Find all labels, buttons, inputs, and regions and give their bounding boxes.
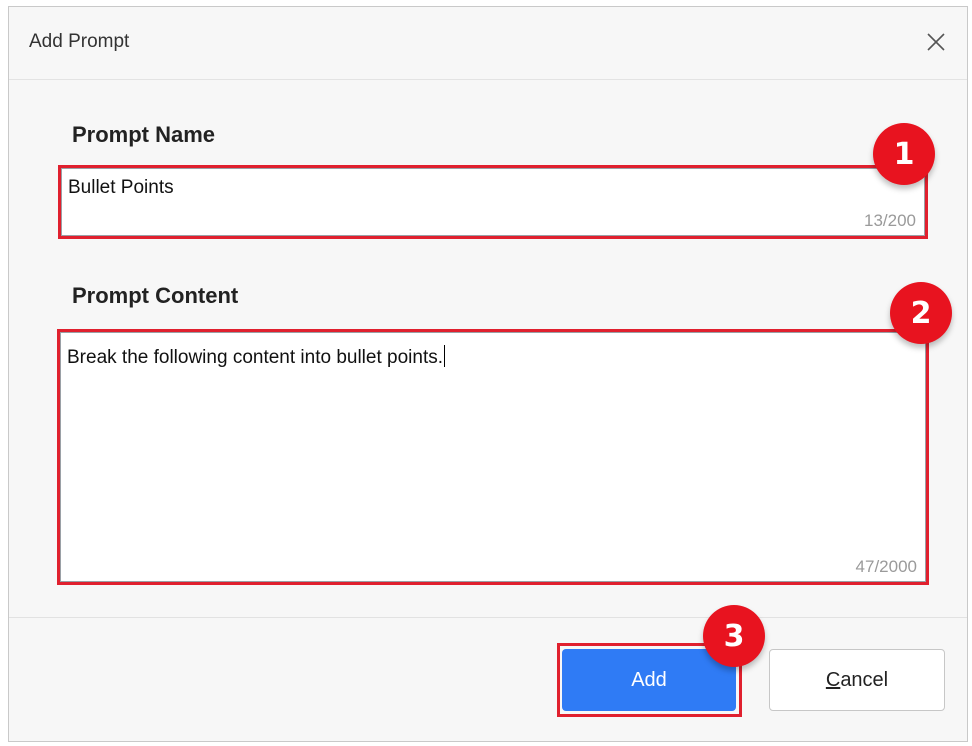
prompt-name-label: Prompt Name [72,122,216,147]
prompt-name-input[interactable]: Bullet Points 13/200 [61,168,925,236]
prompt-content-label: Prompt Content [72,283,239,308]
prompt-content-value: Break the following content into bullet … [67,345,446,368]
step-badge-3: 3 [703,605,765,667]
prompt-name-value: Bullet Points [68,177,174,198]
prompt-content-textarea[interactable]: Break the following content into bullet … [60,332,926,582]
dialog-titlebar: Add Prompt [9,7,967,80]
cancel-button[interactable]: Cancel [769,649,945,711]
footer-divider [9,617,967,618]
close-icon[interactable] [919,25,953,59]
cancel-label-rest: ancel [840,668,889,691]
prompt-content-counter: 47/2000 [855,557,917,576]
cancel-mnemonic: C [825,668,841,691]
prompt-name-counter: 13/200 [864,211,916,230]
dialog-title: Add Prompt [29,31,130,52]
text-cursor [444,345,446,367]
add-prompt-dialog: Add Prompt Prompt Name Bullet Points 13/… [8,6,968,742]
step-badge-2: 2 [890,282,952,344]
add-button[interactable]: Add [562,649,736,711]
step-badge-1: 1 [873,123,935,185]
